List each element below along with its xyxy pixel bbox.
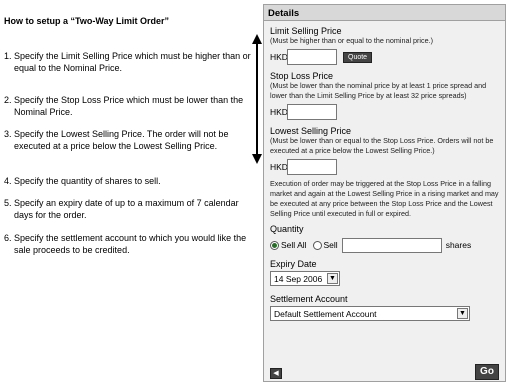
- step-text: Specify the Limit Selling Price which mu…: [14, 51, 251, 73]
- limit-price-row: HKD Quote: [270, 48, 502, 66]
- shares-label: shares: [445, 240, 472, 250]
- step-number: 3.: [4, 129, 12, 139]
- sell-label: Sell: [323, 240, 338, 250]
- stop-loss-note: (Must be lower than the nominal price by…: [270, 81, 487, 100]
- back-arrow-icon: ◀: [273, 370, 279, 377]
- expiry-date-select[interactable]: 14 Sep 2006 ▼: [270, 271, 340, 286]
- limit-price-note: (Must be higher than or equal to the nom…: [270, 36, 434, 45]
- sell-radio[interactable]: [312, 240, 322, 250]
- instruction-step: 1. Specify the Limit Selling Price which…: [4, 50, 256, 74]
- chevron-down-icon: ▼: [327, 273, 338, 284]
- stop-loss-row: HKD: [270, 103, 502, 121]
- step-text: Specify the quantity of shares to sell.: [14, 176, 161, 186]
- step-number: 6.: [4, 233, 12, 243]
- step-text: Specify an expiry date of up to a maximu…: [14, 198, 239, 220]
- currency-label: HKD: [270, 107, 288, 117]
- instruction-step: 4. Specify the quantity of shares to sel…: [4, 175, 256, 187]
- lowest-price-input[interactable]: [287, 159, 337, 175]
- limit-price-title: Limit Selling Price: [270, 26, 342, 36]
- sell-all-radio[interactable]: [270, 240, 279, 250]
- step-text: Specify the Lowest Selling Price. The or…: [14, 129, 229, 151]
- instruction-step: 2. Specify the Stop Loss Price which mus…: [4, 94, 256, 118]
- sell-all-label: Sell All: [281, 240, 307, 250]
- step-number: 1.: [4, 51, 12, 61]
- currency-label: HKD: [270, 162, 288, 172]
- panel-header: Details: [264, 5, 505, 21]
- stop-loss-input[interactable]: [287, 104, 337, 120]
- step-number: 4.: [4, 176, 12, 186]
- limit-price-input[interactable]: [287, 49, 337, 65]
- double-arrow-icon: [252, 34, 262, 164]
- chevron-down-icon: ▼: [457, 308, 468, 319]
- quantity-title: Quantity: [270, 224, 304, 234]
- settlement-account-value: Default Settlement Account: [274, 308, 377, 319]
- lowest-price-title: Lowest Selling Price: [270, 126, 352, 136]
- go-button[interactable]: Go: [475, 364, 499, 380]
- step-number: 2.: [4, 95, 12, 105]
- details-panel: Details Limit Selling Price (Must be hig…: [263, 4, 506, 382]
- settlement-account-select[interactable]: Default Settlement Account ▼: [270, 306, 470, 321]
- step-number: 5.: [4, 198, 12, 208]
- quote-button[interactable]: Quote: [343, 51, 373, 63]
- back-button[interactable]: ◀: [270, 368, 282, 379]
- step-text: Specify the Stop Loss Price which must b…: [14, 95, 244, 117]
- instructions-title: How to setup a “Two-Way Limit Order”: [4, 16, 170, 26]
- settlement-title: Settlement Account: [270, 294, 348, 304]
- step-text: Specify the settlement account to which …: [14, 233, 247, 255]
- instruction-step: 5. Specify an expiry date of up to a max…: [4, 197, 256, 221]
- instruction-step: 6. Specify the settlement account to whi…: [4, 232, 256, 256]
- panel-body: Limit Selling Price (Must be higher than…: [270, 23, 502, 321]
- instruction-step: 3. Specify the Lowest Selling Price. The…: [4, 128, 256, 152]
- quantity-row: Sell All Sell shares: [270, 237, 502, 253]
- lowest-price-row: HKD: [270, 158, 502, 176]
- shares-input[interactable]: [341, 237, 442, 253]
- expiry-date-value: 14 Sep 2006: [274, 273, 323, 284]
- lowest-price-note: (Must be lower than or equal to the Stop…: [270, 136, 494, 155]
- execution-note: Execution of order may be triggered at t…: [270, 179, 499, 218]
- currency-label: HKD: [270, 52, 288, 62]
- stop-loss-title: Stop Loss Price: [270, 71, 334, 81]
- expiry-title: Expiry Date: [270, 259, 317, 269]
